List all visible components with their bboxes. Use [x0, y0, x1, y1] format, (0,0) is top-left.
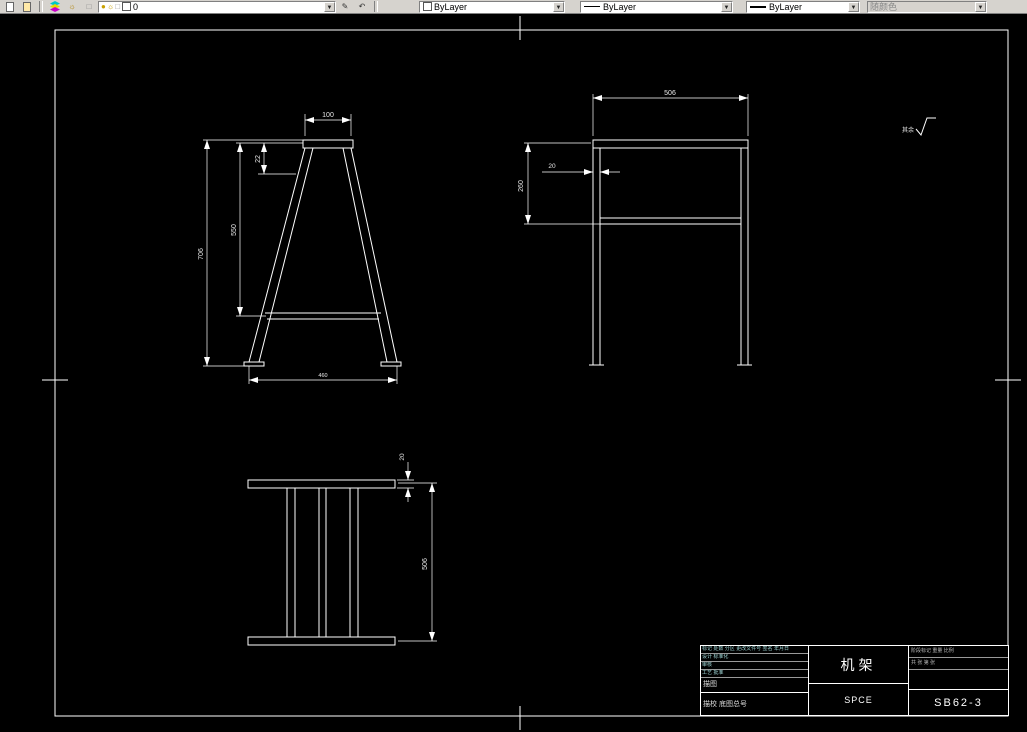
make-object-layer-current-icon[interactable]: ✎: [337, 0, 353, 13]
title-block-revision-table: 标记 处数 分区 更改文件号 签名 年月日 设计 标准化 审核 工艺 批准 描图…: [701, 646, 809, 715]
layers-glyph: [50, 1, 60, 12]
page-glyph: [6, 1, 14, 12]
toolbar: ☼ □ ● ☼ □ 0 ▼ ✎ ↶ ByLayer ▼ ByLayer ▼ By…: [0, 0, 1027, 14]
title-block-info-row: 共 张 第 张: [909, 658, 1008, 670]
dimension-texts: 100 22 550 706 460 506 260 20 20 506 其余: [198, 90, 914, 570]
roughness-note-text: 其余: [902, 126, 914, 134]
top-view-dimensions: [397, 462, 437, 642]
layer-isolate-icon[interactable]: □: [81, 0, 97, 13]
plotstyle-combo-value: 随颜色: [870, 2, 898, 12]
layer-states-icon[interactable]: ☼: [64, 0, 80, 13]
material-label: SPCE: [844, 694, 873, 705]
pencil-icon: ✎: [341, 2, 349, 11]
toolbar-separator: [374, 1, 378, 12]
revision-row: 审核: [701, 662, 808, 670]
lineweight-combo-value: ByLayer: [769, 1, 803, 12]
color-swatch: [423, 2, 432, 11]
title-block-sign-row: 描校 底图总号: [703, 701, 747, 708]
title-block-spacer: [909, 670, 1008, 690]
side-view-dimensions: [524, 94, 749, 225]
square-icon: □: [86, 2, 92, 11]
color-combo-dropdown-arrow[interactable]: ▼: [553, 1, 564, 12]
surface-roughness-symbol: [915, 117, 936, 136]
layer-on-bulb-icon: ●: [101, 1, 106, 11]
lineweight-combo[interactable]: ByLayer ▼: [746, 0, 860, 13]
dim-top-thickness: 20: [399, 453, 406, 461]
folder-glyph: [23, 1, 31, 12]
linetype-combo[interactable]: ByLayer ▼: [580, 0, 733, 13]
layer-combo[interactable]: ● ☼ □ 0 ▼: [98, 0, 336, 13]
revision-row: 工艺 批准: [701, 670, 808, 678]
title-block-name-column: 机架 SPCE: [809, 646, 909, 715]
open-drawing-icon[interactable]: [19, 0, 35, 13]
dim-top-depth: 506: [422, 558, 429, 570]
plotstyle-combo: 随颜色 ▼: [867, 0, 987, 13]
drawing-canvas[interactable]: 100 22 550 706 460 506 260 20 20 506 其余 …: [0, 14, 1027, 732]
part-name: 机架: [809, 646, 908, 684]
lineweight-sample-icon: [750, 5, 766, 8]
color-combo[interactable]: ByLayer ▼: [419, 0, 565, 13]
undo-arrow-icon: ↶: [358, 2, 366, 11]
dim-front-offset: 22: [255, 155, 262, 163]
top-view: [247, 479, 396, 646]
revision-row: 设计 标准化: [701, 654, 808, 662]
title-block-number-column: 阶段标记 重量 比例 共 张 第 张 SB62-3: [909, 646, 1008, 715]
front-view-dimensions: [203, 114, 398, 384]
revision-row: 标记 处数 分区 更改文件号 签名 年月日: [701, 646, 808, 654]
layer-previous-icon[interactable]: ↶: [354, 0, 370, 13]
side-view: [589, 139, 752, 366]
sheet-frame: [42, 16, 1021, 730]
dim-front-mid-height: 550: [231, 224, 238, 236]
dim-front-top-width: 100: [322, 112, 334, 119]
linetype-combo-value: ByLayer: [603, 1, 637, 12]
linetype-combo-dropdown-arrow[interactable]: ▼: [721, 1, 732, 12]
new-drawing-icon[interactable]: [2, 0, 18, 13]
plotstyle-combo-dropdown-arrow: ▼: [975, 1, 986, 12]
layer-freeze-sun-icon: ☼: [106, 1, 115, 11]
dim-front-bottom-width: 460: [318, 373, 327, 379]
toolbar-separator: [39, 1, 43, 12]
dim-side-width: 506: [664, 90, 676, 97]
title-block-info-row: 阶段标记 重量 比例: [909, 646, 1008, 658]
layer-combo-dropdown-arrow[interactable]: ▼: [324, 1, 335, 12]
layer-lock-icon: □: [115, 1, 121, 11]
layers-icon[interactable]: [47, 0, 63, 13]
dim-side-height: 260: [518, 180, 525, 192]
dim-side-thickness: 20: [548, 163, 556, 170]
layer-color-swatch: [122, 2, 132, 11]
dim-front-total-height: 706: [198, 248, 205, 260]
title-block: 标记 处数 分区 更改文件号 签名 年月日 设计 标准化 审核 工艺 批准 描图…: [700, 645, 1009, 716]
drawing-number: SB62-3: [934, 696, 983, 709]
linetype-sample-icon: [584, 6, 600, 7]
title-block-sign-row: 描图: [701, 678, 808, 693]
lineweight-combo-dropdown-arrow[interactable]: ▼: [848, 1, 859, 12]
sun-icon: ☼: [68, 2, 76, 11]
layer-combo-value: 0: [133, 1, 139, 12]
cad-drawing: 100 22 550 706 460 506 260 20 20 506 其余: [42, 16, 1021, 730]
color-combo-value: ByLayer: [434, 1, 468, 12]
